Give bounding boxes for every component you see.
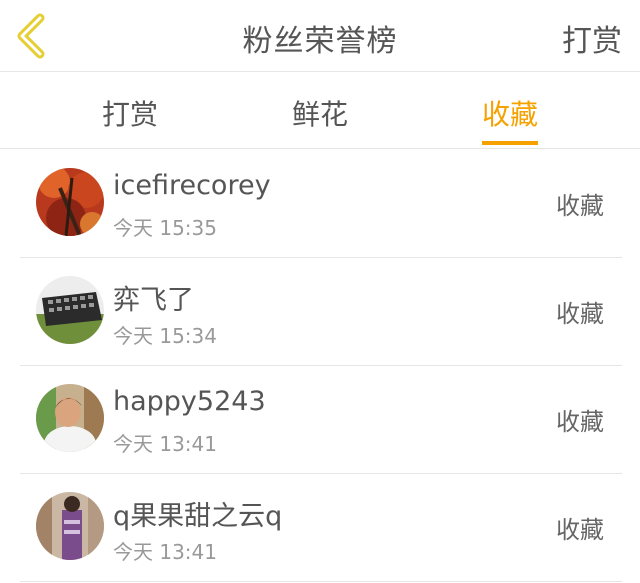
tab-bar: 打赏 鲜花 收藏 xyxy=(0,73,640,149)
tab-reward[interactable]: 打赏 xyxy=(102,93,158,145)
active-tab-indicator xyxy=(482,141,539,145)
user-name: 弈飞了 xyxy=(113,285,194,316)
tab-label: 鲜花 xyxy=(292,98,349,131)
action-label: 收藏 xyxy=(556,300,604,328)
user-name: icefirecorey xyxy=(113,170,271,201)
avatar xyxy=(36,168,104,236)
timestamp: 今天 15:34 xyxy=(113,324,217,348)
list-item[interactable]: q果果甜之云q 今天 13:41 收藏 xyxy=(20,474,622,582)
timestamp: 今天 15:35 xyxy=(113,216,217,240)
reward-button[interactable]: 打赏 xyxy=(562,16,622,60)
tab-label: 收藏 xyxy=(482,98,539,131)
list-item[interactable]: happy5243 今天 13:41 收藏 xyxy=(20,366,622,474)
action-label: 收藏 xyxy=(556,408,604,436)
tab-label: 打赏 xyxy=(102,98,159,131)
avatar xyxy=(36,492,104,560)
avatar xyxy=(36,384,104,452)
action-label: 收藏 xyxy=(556,516,604,544)
tab-flowers[interactable]: 鲜花 xyxy=(292,93,348,145)
app-header: 粉丝荣誉榜 打赏 xyxy=(0,0,640,72)
user-name: q果果甜之云q xyxy=(113,501,283,532)
tab-favorites[interactable]: 收藏 xyxy=(482,93,539,145)
timestamp: 今天 13:41 xyxy=(113,540,217,564)
page-title: 粉丝荣誉榜 xyxy=(242,24,398,59)
avatar xyxy=(36,276,104,344)
list-item[interactable]: 弈飞了 今天 15:34 收藏 xyxy=(20,258,622,366)
list-item[interactable]: icefirecorey 今天 15:35 收藏 xyxy=(20,150,622,258)
user-name: happy5243 xyxy=(113,386,266,417)
action-label: 收藏 xyxy=(556,192,604,220)
timestamp: 今天 13:41 xyxy=(113,432,217,456)
